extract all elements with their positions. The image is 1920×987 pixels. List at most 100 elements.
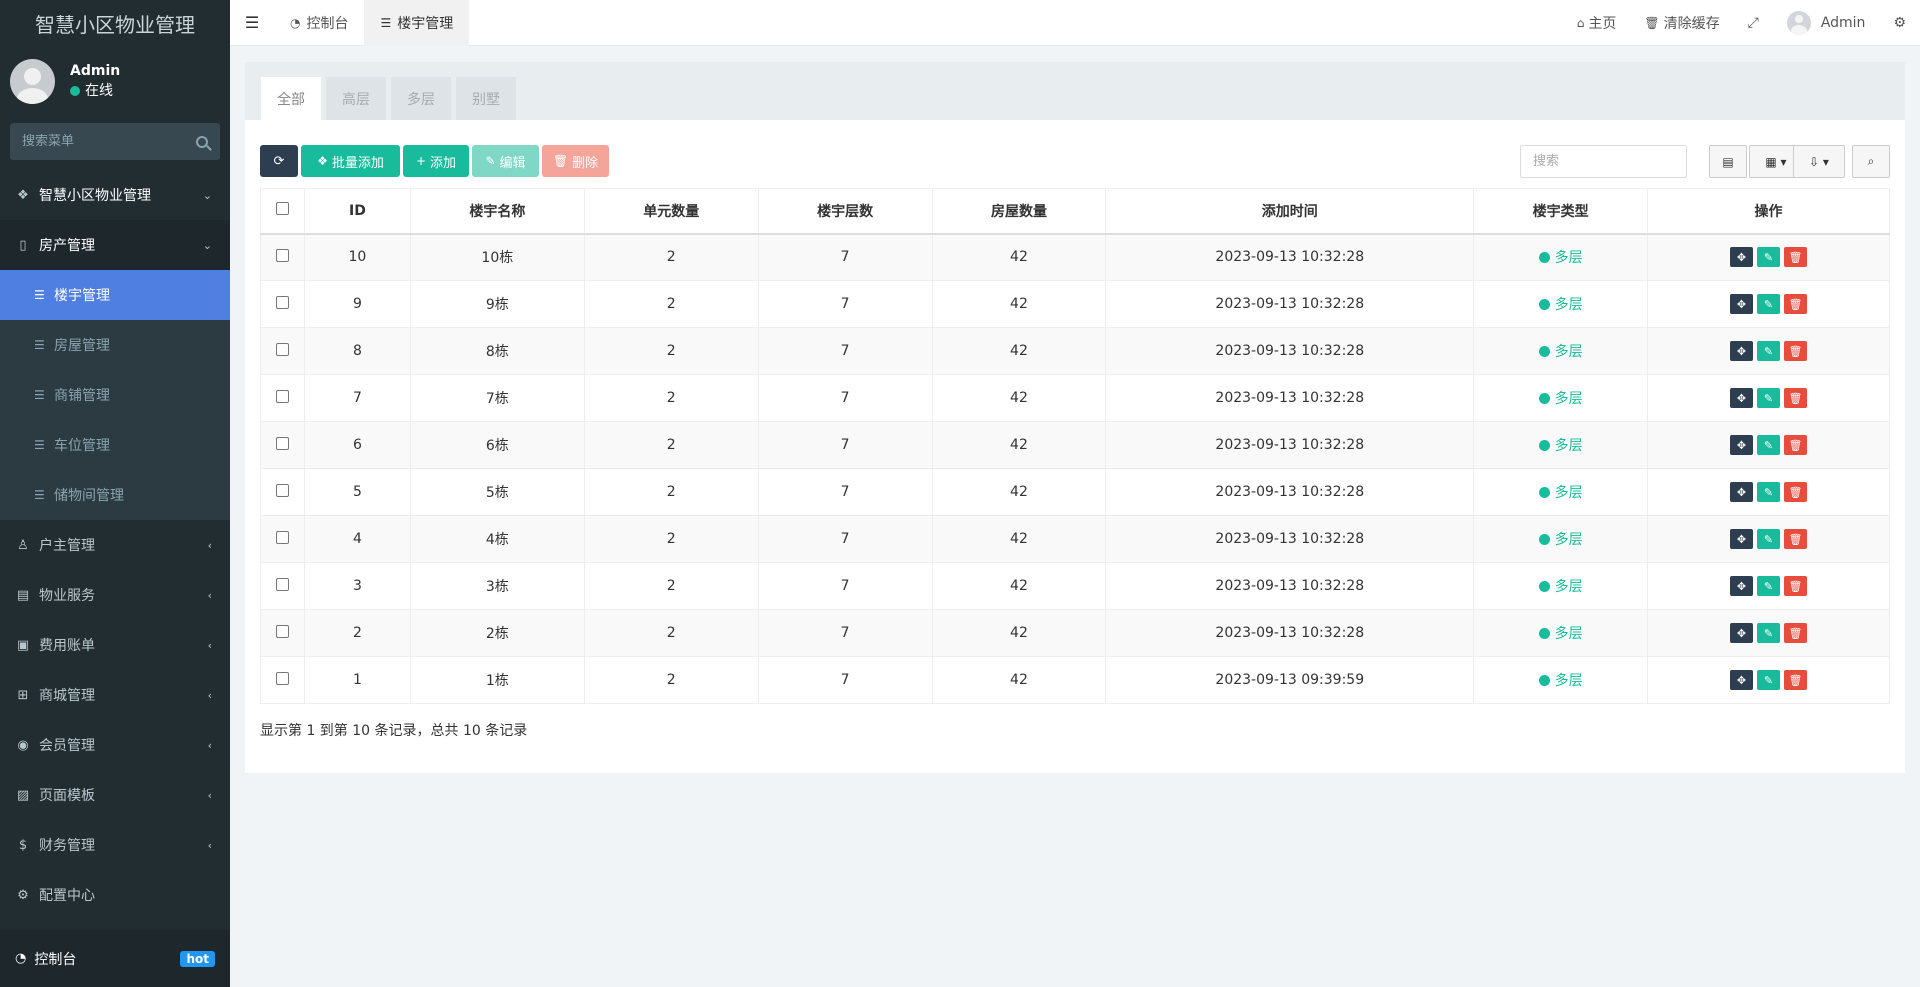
drag-sort-icon[interactable]: ✥ [1730,341,1754,361]
card-view-button[interactable]: ▤ [1709,145,1747,178]
select-all-checkbox[interactable] [275,202,289,216]
sidebar-item-finance[interactable]: $ 财务管理 ‹ [0,820,230,870]
edit-button[interactable]: ✎ 编辑 [472,145,539,177]
drag-sort-icon[interactable]: ✥ [1730,623,1754,643]
row-edit-icon[interactable]: ✎ [1757,435,1781,455]
table-row[interactable]: 10 10栋 2 7 42 2023-09-13 10:32:28 多层 ✥ ✎ 🗑 [260,233,1890,281]
refresh-button[interactable]: ⟳ [260,145,298,177]
table-row[interactable]: 6 6栋 2 7 42 2023-09-13 10:32:28 多层 ✥ ✎ 🗑 [260,421,1890,469]
drag-sort-icon[interactable]: ✥ [1730,529,1754,549]
home-link[interactable]: ⌂ 主页 [1563,13,1631,33]
sidebar-item-parking[interactable]: ☰ 车位管理 [0,420,230,470]
status-badge[interactable]: 多层 [1538,576,1583,596]
row-checkbox[interactable] [275,483,289,497]
row-edit-icon[interactable]: ✎ [1757,529,1781,549]
row-checkbox[interactable] [275,248,289,262]
row-delete-icon[interactable]: 🗑 [1784,482,1808,502]
row-checkbox[interactable] [275,624,289,638]
sidebar-item-bills[interactable]: ▣ 费用账单 ‹ [0,620,230,670]
table-row[interactable]: 2 2栋 2 7 42 2023-09-13 10:32:28 多层 ✥ ✎ 🗑 [260,609,1890,657]
row-delete-icon[interactable]: 🗑 [1784,388,1808,408]
row-delete-icon[interactable]: 🗑 [1784,670,1808,690]
table-row[interactable]: 4 4栋 2 7 42 2023-09-13 10:32:28 多层 ✥ ✎ 🗑 [260,515,1890,563]
row-checkbox[interactable] [275,342,289,356]
row-edit-icon[interactable]: ✎ [1757,482,1781,502]
col-time[interactable]: 添加时间 [1105,188,1475,235]
col-floors[interactable]: 楼宇层数 [757,188,933,235]
status-badge[interactable]: 多层 [1538,623,1583,643]
drag-sort-icon[interactable]: ✥ [1730,294,1754,314]
drag-sort-icon[interactable]: ✥ [1730,247,1754,268]
drag-sort-icon[interactable]: ✥ [1730,670,1754,690]
status-badge[interactable]: 多层 [1538,341,1583,361]
app-brand[interactable]: 智慧小区物业管理 [0,0,230,46]
sidebar-item-storage[interactable]: ☰ 储物间管理 [0,470,230,520]
row-checkbox[interactable] [275,389,289,403]
row-delete-icon[interactable]: 🗑 [1784,576,1808,596]
status-badge[interactable]: 多层 [1538,247,1583,267]
menu-search-input[interactable] [22,134,196,149]
drag-sort-icon[interactable]: ✥ [1730,482,1754,502]
menu-toggle-icon[interactable]: ☰ [230,0,274,46]
col-id[interactable]: ID [303,188,411,235]
row-checkbox[interactable] [275,436,289,450]
settings-icon[interactable]: ⚙ [1879,15,1920,31]
clear-cache-button[interactable]: 🗑 清除缓存 [1630,13,1733,33]
row-checkbox[interactable] [275,295,289,309]
row-edit-icon[interactable]: ✎ [1757,388,1781,408]
sidebar-item-houses[interactable]: ☰ 房屋管理 [0,320,230,370]
table-search-input[interactable] [1520,145,1687,178]
advanced-search-button[interactable]: ⌕ [1852,145,1890,178]
tab-dashboard[interactable]: ◔ 控制台 [274,0,364,46]
sidebar-item-property[interactable]: ▯ 房产管理 ⌄ [0,220,230,270]
row-delete-icon[interactable]: 🗑 [1784,341,1808,361]
row-edit-icon[interactable]: ✎ [1757,294,1781,314]
export-button[interactable]: ⇩ ▾ [1793,145,1845,178]
sidebar-item-dashboard[interactable]: ◔ 控制台 hot [0,930,230,987]
search-icon[interactable] [196,135,208,148]
row-checkbox[interactable] [275,577,289,591]
tab-multi-storey[interactable]: 多层 [391,77,451,120]
sidebar-item-buildings[interactable]: ☰ 楼宇管理 [0,270,230,320]
table-row[interactable]: 1 1栋 2 7 42 2023-09-13 09:39:59 多层 ✥ ✎ 🗑 [260,656,1890,704]
sidebar-item-home-group[interactable]: ❖ 智慧小区物业管理 ⌄ [0,170,230,220]
fullscreen-icon[interactable]: ⤢ [1734,15,1773,31]
tab-villa[interactable]: 别墅 [456,77,516,120]
user-menu[interactable]: Admin [1773,11,1880,35]
row-edit-icon[interactable]: ✎ [1757,576,1781,596]
row-checkbox[interactable] [275,671,289,685]
status-badge[interactable]: 多层 [1538,670,1583,690]
tab-high-rise[interactable]: 高层 [326,77,386,120]
delete-button[interactable]: 🗑 删除 [542,145,609,177]
row-edit-icon[interactable]: ✎ [1757,341,1781,361]
row-delete-icon[interactable]: 🗑 [1784,435,1808,455]
col-rooms[interactable]: 房屋数量 [931,188,1107,235]
add-button[interactable]: + 添加 [403,145,469,177]
table-row[interactable]: 7 7栋 2 7 42 2023-09-13 10:32:28 多层 ✥ ✎ 🗑 [260,374,1890,422]
sidebar-item-services[interactable]: ▤ 物业服务 ‹ [0,570,230,620]
row-edit-icon[interactable]: ✎ [1757,247,1781,268]
row-edit-icon[interactable]: ✎ [1757,623,1781,643]
row-delete-icon[interactable]: 🗑 [1784,247,1808,268]
drag-sort-icon[interactable]: ✥ [1730,576,1754,596]
batch-add-button[interactable]: ❖ 批量添加 [301,145,400,177]
status-badge[interactable]: 多层 [1538,529,1583,549]
table-row[interactable]: 8 8栋 2 7 42 2023-09-13 10:32:28 多层 ✥ ✎ 🗑 [260,327,1890,375]
col-type[interactable]: 楼宇类型 [1473,188,1649,235]
sidebar-item-config[interactable]: ⚙ 配置中心 [0,870,230,920]
table-row[interactable]: 3 3栋 2 7 42 2023-09-13 10:32:28 多层 ✥ ✎ 🗑 [260,562,1890,610]
sidebar-item-members[interactable]: ◉ 会员管理 ‹ [0,720,230,770]
tab-all[interactable]: 全部 [261,77,321,120]
sidebar-item-templates[interactable]: ▨ 页面模板 ‹ [0,770,230,820]
col-name[interactable]: 楼宇名称 [409,188,585,235]
row-delete-icon[interactable]: 🗑 [1784,294,1808,314]
drag-sort-icon[interactable]: ✥ [1730,388,1754,408]
status-badge[interactable]: 多层 [1538,388,1583,408]
status-badge[interactable]: 多层 [1538,294,1583,314]
table-row[interactable]: 5 5栋 2 7 42 2023-09-13 10:32:28 多层 ✥ ✎ 🗑 [260,468,1890,516]
row-delete-icon[interactable]: 🗑 [1784,529,1808,549]
col-units[interactable]: 单元数量 [583,188,759,235]
row-edit-icon[interactable]: ✎ [1757,670,1781,690]
sidebar-item-mall[interactable]: ⊞ 商城管理 ‹ [0,670,230,720]
table-row[interactable]: 9 9栋 2 7 42 2023-09-13 10:32:28 多层 ✥ ✎ 🗑 [260,280,1890,328]
